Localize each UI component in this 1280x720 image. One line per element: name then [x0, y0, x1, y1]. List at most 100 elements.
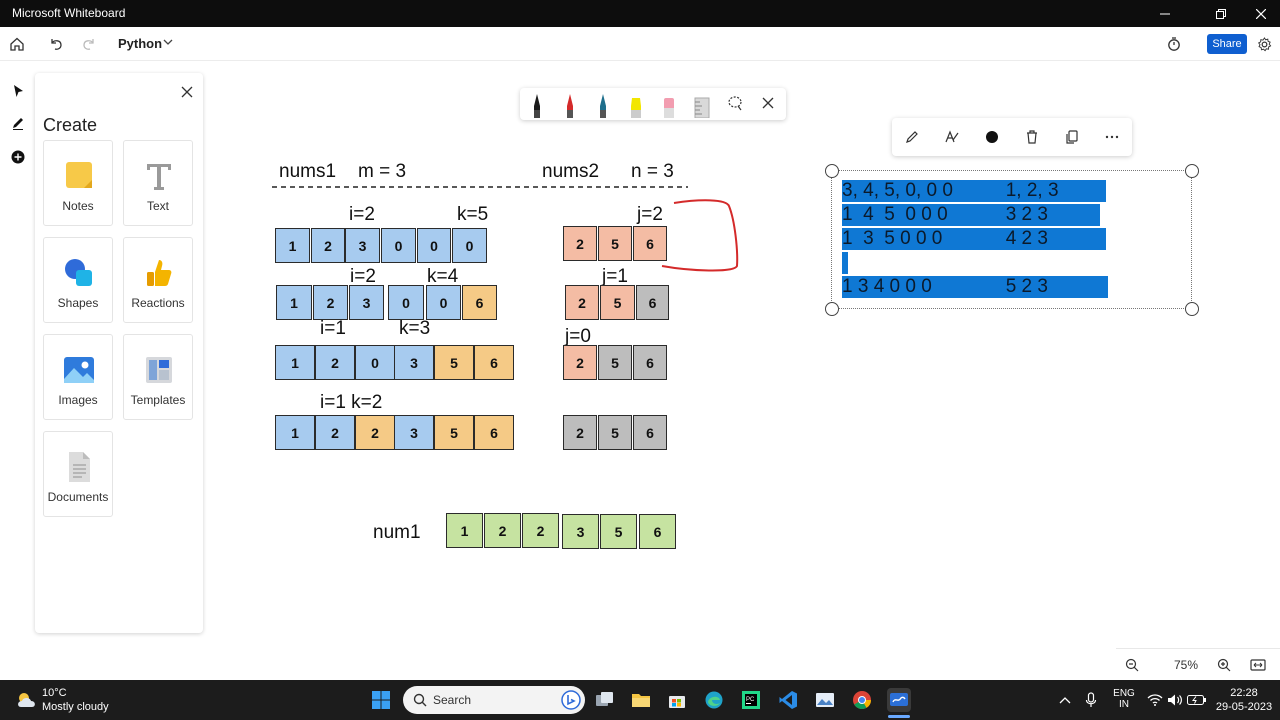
clock-time: 22:28	[1230, 687, 1258, 699]
store-button[interactable]	[665, 688, 689, 712]
selection-handle[interactable]	[825, 302, 839, 316]
taskbar-search[interactable]: Search	[403, 686, 585, 714]
nums1-cell: 0	[388, 285, 424, 320]
share-button[interactable]: Share	[1207, 34, 1247, 54]
selection-handle[interactable]	[825, 164, 839, 178]
inking-tool-button[interactable]	[6, 111, 30, 135]
card-label: Templates	[130, 393, 186, 407]
eraser-button[interactable]	[658, 92, 680, 118]
edit-pen-button[interactable]	[903, 128, 921, 146]
wifi-icon[interactable]	[1147, 693, 1163, 707]
teal-pen-button[interactable]	[592, 92, 614, 118]
nums1-cell: 0	[452, 228, 487, 263]
chevron-up-icon[interactable]	[1058, 694, 1072, 706]
fit-screen-icon	[1250, 659, 1266, 671]
create-shapes-card[interactable]: Shapes	[43, 237, 113, 323]
nums2-cell: 6	[633, 226, 667, 261]
close-icon	[762, 97, 774, 109]
clock-date: 29-05-2023	[1215, 701, 1273, 713]
close-create-panel-button[interactable]	[178, 83, 196, 101]
ink-to-text-button[interactable]	[943, 128, 961, 146]
select-tool-button[interactable]	[6, 79, 30, 103]
black-pen-button[interactable]	[526, 92, 548, 118]
whiteboard-app-button[interactable]	[887, 688, 911, 712]
image-icon	[64, 357, 94, 383]
thumbs-up-icon	[147, 260, 172, 286]
timer-button[interactable]	[1163, 33, 1185, 55]
fit-to-screen-button[interactable]	[1250, 657, 1266, 673]
home-button[interactable]	[6, 33, 28, 55]
pycharm-button[interactable]: PC	[739, 688, 763, 712]
minimize-button[interactable]	[1142, 0, 1188, 27]
create-reactions-card[interactable]: Reactions	[123, 237, 193, 323]
start-button[interactable]	[369, 688, 393, 712]
lasso-select-button[interactable]	[726, 94, 744, 112]
svg-text:PC: PC	[746, 697, 755, 703]
pointer-label: k=5	[457, 204, 489, 225]
pen-icon	[13, 118, 23, 130]
selection-handle[interactable]	[1185, 302, 1199, 316]
selection-handle[interactable]	[1185, 164, 1199, 178]
nums1-cell: 6	[474, 345, 514, 380]
folder-icon	[632, 694, 650, 707]
create-images-card[interactable]: Images	[43, 334, 113, 420]
edge-browser-button[interactable]	[702, 688, 726, 712]
battery-icon[interactable]	[1187, 694, 1207, 706]
create-documents-card[interactable]: Documents	[43, 431, 113, 517]
vscode-button[interactable]	[776, 688, 800, 712]
taskbar: 10°C Mostly cloudy Search PC ENG IN 22:2…	[0, 680, 1280, 720]
more-icon	[1105, 135, 1119, 139]
nums1-cell: 0	[426, 285, 461, 320]
close-window-button[interactable]	[1238, 0, 1280, 27]
delete-button[interactable]	[1023, 128, 1041, 146]
close-pen-toolbar-button[interactable]	[760, 95, 776, 111]
eraser-icon	[664, 98, 674, 118]
file-explorer-button[interactable]	[629, 688, 653, 712]
create-templates-card[interactable]: Templates	[123, 334, 193, 420]
nums1-cell: 2	[313, 285, 348, 320]
more-options-button[interactable]	[1103, 128, 1121, 146]
result-cell: 2	[484, 513, 521, 548]
chrome-button[interactable]	[850, 688, 874, 712]
photos-app-button[interactable]	[813, 688, 837, 712]
tool-rail	[4, 76, 32, 172]
nums1-cell: 0	[381, 228, 416, 263]
window-title: Microsoft Whiteboard	[12, 6, 126, 20]
minimize-icon	[1160, 13, 1170, 14]
nums2-cell: 2	[563, 415, 597, 450]
create-notes-card[interactable]: Notes	[43, 140, 113, 226]
templates-icon	[146, 357, 172, 383]
create-tool-button[interactable]	[6, 145, 30, 169]
red-pen-button[interactable]	[559, 92, 581, 118]
copy-icon	[1066, 130, 1078, 144]
chevron-down-icon[interactable]	[162, 36, 174, 48]
nums2-cell: 5	[600, 285, 635, 320]
copy-button[interactable]	[1063, 128, 1081, 146]
language-indicator[interactable]: ENG IN	[1110, 688, 1138, 710]
create-text-card[interactable]: Text	[123, 140, 193, 226]
speaker-icon[interactable]	[1167, 693, 1183, 707]
task-view-button[interactable]	[593, 688, 617, 712]
cursor-arrow-icon	[14, 85, 23, 97]
settings-button[interactable]	[1253, 33, 1275, 55]
undo-button[interactable]	[45, 33, 67, 55]
zoom-in-button[interactable]	[1216, 657, 1232, 673]
highlighted-line: 1 3 5 0 0 0 4 2 3	[842, 228, 1106, 250]
highlighted-text-block[interactable]: 3, 4, 5, 0, 0 0 1, 2, 3 1 4 5 0 0 0 3 2 …	[842, 180, 1108, 300]
board-name[interactable]: Python	[118, 36, 162, 51]
redo-button[interactable]	[78, 33, 100, 55]
photos-icon	[816, 693, 834, 707]
system-clock[interactable]: 22:28 29-05-2023	[1212, 686, 1276, 714]
zoom-out-button[interactable]	[1124, 657, 1140, 673]
color-button[interactable]	[983, 128, 1001, 146]
ruler-button[interactable]	[691, 92, 713, 119]
pycharm-icon: PC	[742, 691, 760, 709]
weather-cloudy-icon[interactable]	[15, 690, 39, 710]
highlighter-button[interactable]	[625, 92, 647, 118]
highlighted-line: 1 3 4 0 0 0 5 2 3	[842, 276, 1108, 298]
pointer-label: i=1 k=2	[320, 392, 383, 413]
nums2-cell: 5	[598, 345, 632, 380]
card-label: Text	[146, 199, 169, 213]
microphone-icon[interactable]	[1085, 692, 1097, 708]
close-icon	[181, 86, 193, 98]
